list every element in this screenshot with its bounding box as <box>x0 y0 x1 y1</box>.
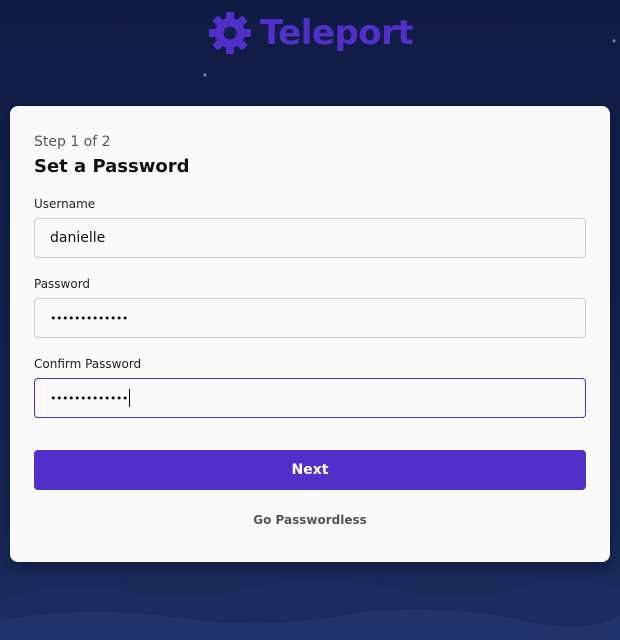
form-title: Set a Password <box>34 156 190 177</box>
username-label: Username <box>34 197 96 211</box>
username-input[interactable]: danielle <box>34 218 586 258</box>
set-password-card: Step 1 of 2 Set a Password Username dani… <box>10 106 610 562</box>
password-value: ••••••••••••• <box>50 311 128 325</box>
text-caret <box>128 389 130 407</box>
confirm-password-label: Confirm Password <box>34 357 142 371</box>
brand-name: Teleport <box>260 13 414 53</box>
next-button[interactable]: Next <box>34 450 586 490</box>
confirm-password-value: ••••••••••••• <box>50 391 128 405</box>
username-value: danielle <box>50 230 106 246</box>
step-indicator: Step 1 of 2 <box>34 134 111 150</box>
teleport-logo: Teleport <box>208 10 414 56</box>
password-label: Password <box>34 277 91 291</box>
go-passwordless-link[interactable]: Go Passwordless <box>10 512 610 528</box>
gear-icon <box>209 12 251 54</box>
password-input[interactable]: ••••••••••••• <box>34 298 586 338</box>
confirm-password-input[interactable]: ••••••••••••• <box>34 378 586 418</box>
